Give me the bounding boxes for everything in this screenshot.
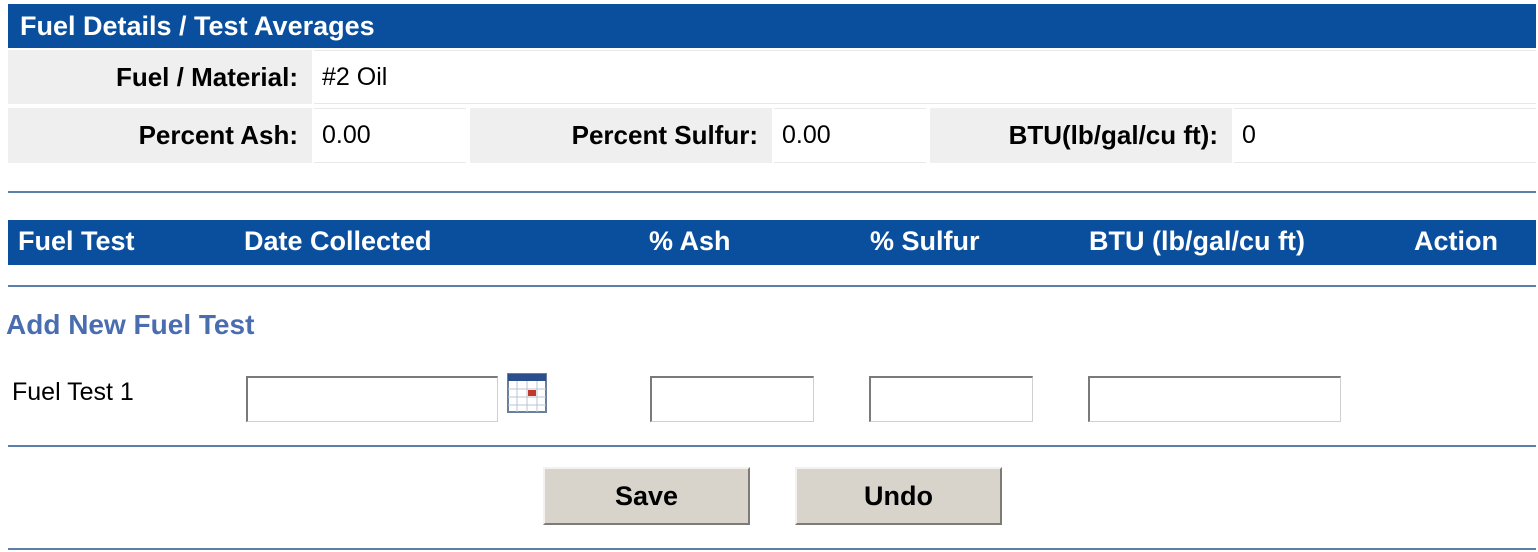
col-btu: BTU (lb/gal/cu ft) [1089, 226, 1305, 256]
divider [8, 191, 1536, 193]
percent-ash-input[interactable] [650, 376, 814, 422]
divider [8, 548, 1536, 550]
percent-ash-value: 0.00 [314, 108, 466, 163]
divider [8, 445, 1536, 447]
fuel-tests-table-header: Fuel Test Date Collected % Ash % Sulfur … [8, 220, 1536, 265]
col-action: Action [1414, 226, 1498, 256]
btu-value: 0 [1234, 108, 1536, 163]
add-new-fuel-test-title: Add New Fuel Test [6, 309, 255, 340]
btu-label: BTU(lb/gal/cu ft): [930, 108, 1232, 163]
col-date-collected: Date Collected [244, 226, 432, 256]
btu-input[interactable] [1088, 376, 1341, 422]
save-button[interactable]: Save [543, 467, 750, 525]
undo-button[interactable]: Undo [795, 467, 1002, 525]
date-collected-input[interactable] [246, 376, 498, 422]
fuel-test-row-label: Fuel Test 1 [12, 378, 134, 406]
col-percent-sulfur: % Sulfur [870, 226, 980, 256]
percent-ash-label: Percent Ash: [8, 108, 312, 163]
fuel-material-value: #2 Oil [314, 50, 1536, 104]
divider [8, 285, 1536, 287]
fuel-details-header: Fuel Details / Test Averages [8, 4, 1536, 48]
fuel-material-label: Fuel / Material: [8, 50, 312, 104]
fuel-details-title: Fuel Details / Test Averages [20, 10, 375, 41]
percent-sulfur-value: 0.00 [774, 108, 926, 163]
percent-sulfur-input[interactable] [869, 376, 1033, 422]
col-percent-ash: % Ash [649, 226, 731, 256]
percent-sulfur-label: Percent Sulfur: [470, 108, 772, 163]
calendar-icon[interactable] [507, 373, 547, 418]
col-fuel-test: Fuel Test [18, 226, 135, 256]
